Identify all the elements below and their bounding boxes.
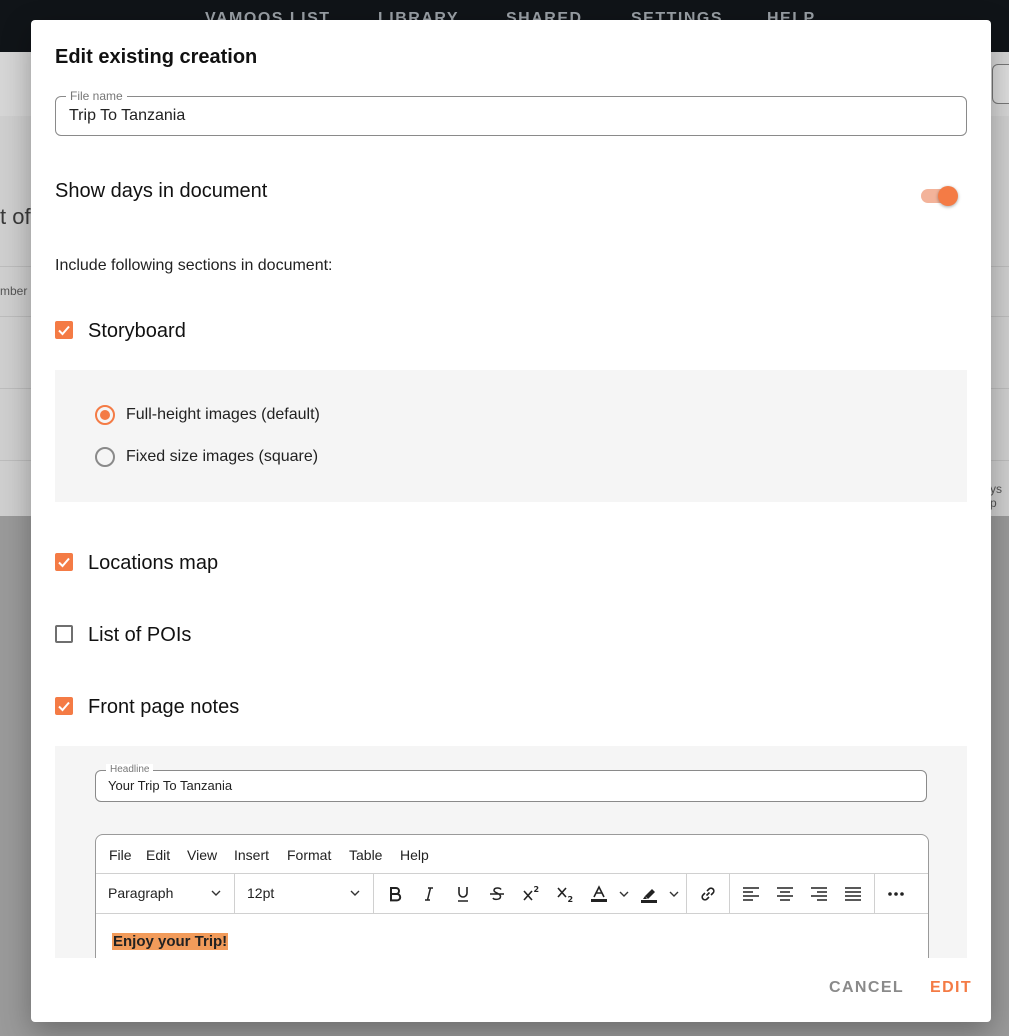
menu-view[interactable]: View — [187, 847, 217, 863]
block-format-select[interactable]: Paragraph — [96, 874, 234, 913]
file-name-label: File name — [66, 89, 127, 103]
background-column-header: mber — [0, 284, 28, 298]
chevron-down-icon — [350, 890, 360, 896]
chevron-down-icon[interactable] — [668, 888, 680, 900]
list-of-pois-label: List of POIs — [88, 624, 192, 646]
list-of-pois-checkbox[interactable] — [55, 625, 73, 643]
menu-format[interactable]: Format — [287, 847, 331, 863]
background-heading: t of — [0, 204, 31, 229]
full-height-radio[interactable] — [95, 405, 115, 425]
check-icon — [58, 701, 70, 712]
storyboard-checkbox[interactable] — [55, 321, 73, 339]
italic-icon[interactable] — [419, 884, 439, 904]
align-left-icon[interactable] — [741, 884, 761, 904]
full-height-label: Full-height images (default) — [126, 406, 320, 423]
more-icon[interactable] — [886, 884, 906, 904]
text-color-icon[interactable] — [589, 884, 609, 904]
svg-text:2: 2 — [534, 885, 540, 894]
headline-value: Your Trip To Tanzania — [108, 778, 233, 793]
align-center-icon[interactable] — [775, 884, 795, 904]
show-days-label: Show days in document — [55, 180, 268, 202]
underline-icon[interactable] — [453, 884, 473, 904]
chevron-down-icon[interactable] — [618, 888, 630, 900]
menu-file[interactable]: File — [109, 847, 132, 863]
headline-label: Headline — [106, 764, 154, 775]
toolbar-separator — [874, 874, 875, 913]
menu-edit[interactable]: Edit — [146, 847, 170, 863]
cancel-button[interactable]: CANCEL — [829, 979, 904, 997]
locations-map-checkbox[interactable] — [55, 553, 73, 571]
background-cell-text: ys p — [990, 482, 1002, 510]
font-size-select[interactable]: 12pt — [235, 874, 373, 913]
front-page-notes-checkbox[interactable] — [55, 697, 73, 715]
chevron-down-icon — [211, 890, 221, 896]
align-justify-icon[interactable] — [843, 884, 863, 904]
highlight-color-icon[interactable] — [639, 884, 659, 904]
file-name-value: Trip To Tanzania — [69, 107, 186, 124]
check-icon — [58, 557, 70, 568]
block-format-value: Paragraph — [108, 885, 174, 901]
show-days-toggle[interactable] — [920, 184, 960, 208]
editor-content[interactable]: Enjoy your Trip! — [112, 933, 229, 950]
file-name-field[interactable]: File name Trip To Tanzania — [55, 89, 967, 136]
bold-icon[interactable] — [385, 884, 405, 904]
toolbar-separator — [729, 874, 730, 913]
toolbar-separator — [686, 874, 687, 913]
sections-intro: Include following sections in document: — [55, 257, 333, 274]
edit-button[interactable]: EDIT — [930, 979, 972, 997]
superscript-icon[interactable]: 2 — [521, 884, 541, 904]
menu-help[interactable]: Help — [400, 847, 429, 863]
fixed-size-label: Fixed size images (square) — [126, 448, 319, 465]
menu-table[interactable]: Table — [349, 847, 382, 863]
font-size-value: 12pt — [247, 885, 275, 901]
edit-creation-dialog: Edit existing creation File name Trip To… — [31, 20, 991, 1022]
svg-text:2: 2 — [568, 895, 574, 904]
dialog-title: Edit existing creation — [55, 46, 258, 68]
check-icon — [58, 325, 70, 336]
front-page-notes-label: Front page notes — [88, 696, 240, 718]
menu-insert[interactable]: Insert — [234, 847, 269, 863]
toolbar-separator — [373, 874, 374, 913]
subscript-icon[interactable]: 2 — [555, 884, 575, 904]
storyboard-options-panel: Full-height images (default) Fixed size … — [55, 370, 967, 502]
toggle-thumb — [938, 186, 958, 206]
fixed-size-radio[interactable] — [95, 447, 115, 467]
strikethrough-icon[interactable] — [487, 884, 507, 904]
align-right-icon[interactable] — [809, 884, 829, 904]
background-button — [992, 64, 1009, 104]
headline-field[interactable]: Headline Your Trip To Tanzania — [95, 764, 927, 802]
editor-menubar: File Edit View Insert Format Table Help — [96, 835, 928, 874]
locations-map-label: Locations map — [88, 552, 219, 574]
link-icon[interactable] — [698, 884, 718, 904]
rich-text-editor: File Edit View Insert Format Table Help … — [95, 834, 929, 958]
storyboard-label: Storyboard — [88, 320, 186, 342]
front-page-notes-panel: Headline Your Trip To Tanzania File Edit… — [55, 746, 967, 958]
editor-toolbar: Paragraph 12pt 2 2 — [96, 874, 928, 914]
